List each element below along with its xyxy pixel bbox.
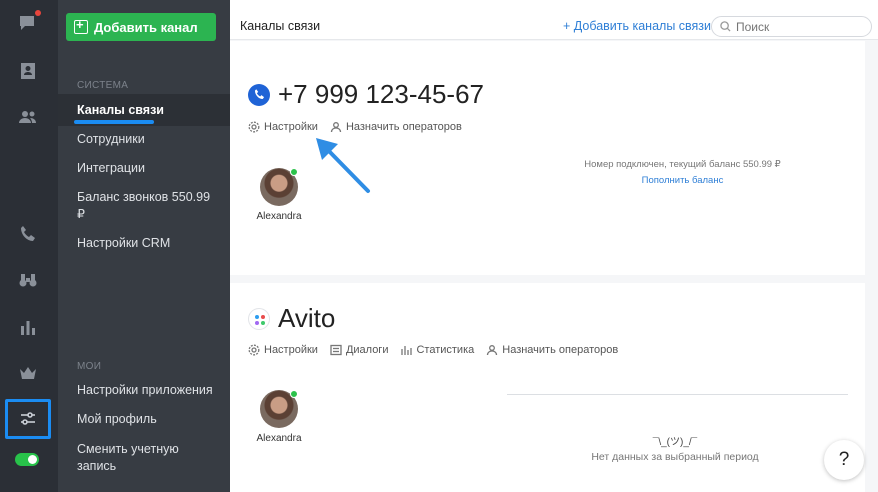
sidebar-item-switch-account[interactable]: Сменить учетную запись [58,441,198,475]
avatar [260,390,298,428]
avatar [260,168,298,206]
chat-icon[interactable] [17,10,41,35]
operator-item[interactable]: Alexandra [255,390,303,444]
bar-chart-icon[interactable] [17,316,39,338]
add-channel-button[interactable]: Добавить канал [66,13,216,41]
help-button[interactable]: ? [824,440,864,480]
channel-actions: Настройки Назначить операторов [248,121,462,133]
shrug-emoticon: ¯\_(ツ)_/¯ [652,437,698,448]
dialogs-action[interactable]: Диалоги [330,344,389,356]
avito-logo-icon [248,307,270,330]
section-title-system: СИСТЕМА [77,80,129,91]
dialogs-label: Диалоги [345,344,389,356]
crown-icon[interactable] [17,362,39,384]
notification-dot [35,10,41,16]
online-toggle[interactable] [15,453,39,466]
search-box[interactable] [711,16,872,37]
stats-icon [401,346,413,355]
search-icon [720,21,731,32]
channel-title: +7 999 123-45-67 [278,79,485,109]
sidebar-item-crm-settings[interactable]: Настройки CRM [58,235,230,252]
balance-text: Номер подключен, текущий баланс 550.99 ₽ [584,159,781,170]
operator-name: Alexandra [256,433,302,444]
page-title: Каналы связи [240,19,321,33]
channel-actions: Настройки Диалоги Статистика Назначить о… [248,344,618,356]
assign-operators-label: Назначить операторов [345,121,462,133]
add-icon [74,17,88,34]
channel-card-avito: Avito Настройки Диалоги Статистика Назна… [230,283,865,492]
search-input[interactable] [736,19,856,34]
gear-icon [248,344,260,356]
channel-title-row: +7 999 123-45-67 [248,79,484,110]
settings-sidebar: Добавить канал СИСТЕМА Каналы связи Сотр… [58,0,230,492]
assign-operators-action[interactable]: Назначить операторов [330,121,462,133]
phone-icon[interactable] [17,223,39,245]
people-icon[interactable] [17,106,39,128]
icon-rail [0,0,58,492]
channel-title: Avito [278,303,336,333]
active-underline [74,120,154,124]
settings-action[interactable]: Настройки [248,121,318,133]
top-up-link[interactable]: Пополнить баланс [575,175,790,186]
top-header: Каналы связи + Добавить каналы связи [230,0,878,40]
section-title-my: МОИ [77,361,102,372]
settings-action[interactable]: Настройки [248,344,318,356]
user-icon [487,345,498,356]
channel-title-row: Avito [248,303,335,334]
sidebar-item-employees[interactable]: Сотрудники [58,131,230,148]
sidebar-item-app-settings[interactable]: Настройки приложения [58,382,230,399]
sidebar-item-call-balance[interactable]: Баланс звонков 550.99 ₽ [58,189,218,223]
statistics-action[interactable]: Статистика [400,344,474,356]
settings-action-label: Настройки [264,121,318,133]
binoculars-icon[interactable] [17,269,39,291]
dialogs-icon [330,344,342,356]
add-channel-label: Добавить канал [94,19,198,35]
sliders-icon [21,412,35,425]
assign-operators-action[interactable]: Назначить операторов [486,344,618,356]
add-channels-link[interactable]: + Добавить каналы связи [563,19,711,33]
sidebar-item-integrations[interactable]: Интеграции [58,160,230,177]
no-data-message: ¯\_(ツ)_/¯ Нет данных за выбранный период [570,433,780,463]
online-indicator [290,390,298,398]
pointer-arrow-icon [316,138,370,193]
contacts-card-icon[interactable] [17,60,39,82]
settings-rail-button[interactable] [5,399,51,439]
online-indicator [290,168,298,176]
stats-divider [507,394,848,395]
settings-action-label: Настройки [264,344,318,356]
phone-channel-icon [248,83,270,106]
assign-operators-label: Назначить операторов [502,344,619,356]
gear-icon [248,121,260,133]
operator-item[interactable]: Alexandra [255,168,303,222]
no-data-text: Нет данных за выбранный период [591,451,759,463]
user-icon [330,122,342,133]
sidebar-item-my-profile[interactable]: Мой профиль [58,411,230,428]
statistics-label: Статистика [416,344,475,356]
balance-info: Номер подключен, текущий баланс 550.99 ₽… [575,159,790,186]
operator-name: Alexandra [256,211,302,222]
